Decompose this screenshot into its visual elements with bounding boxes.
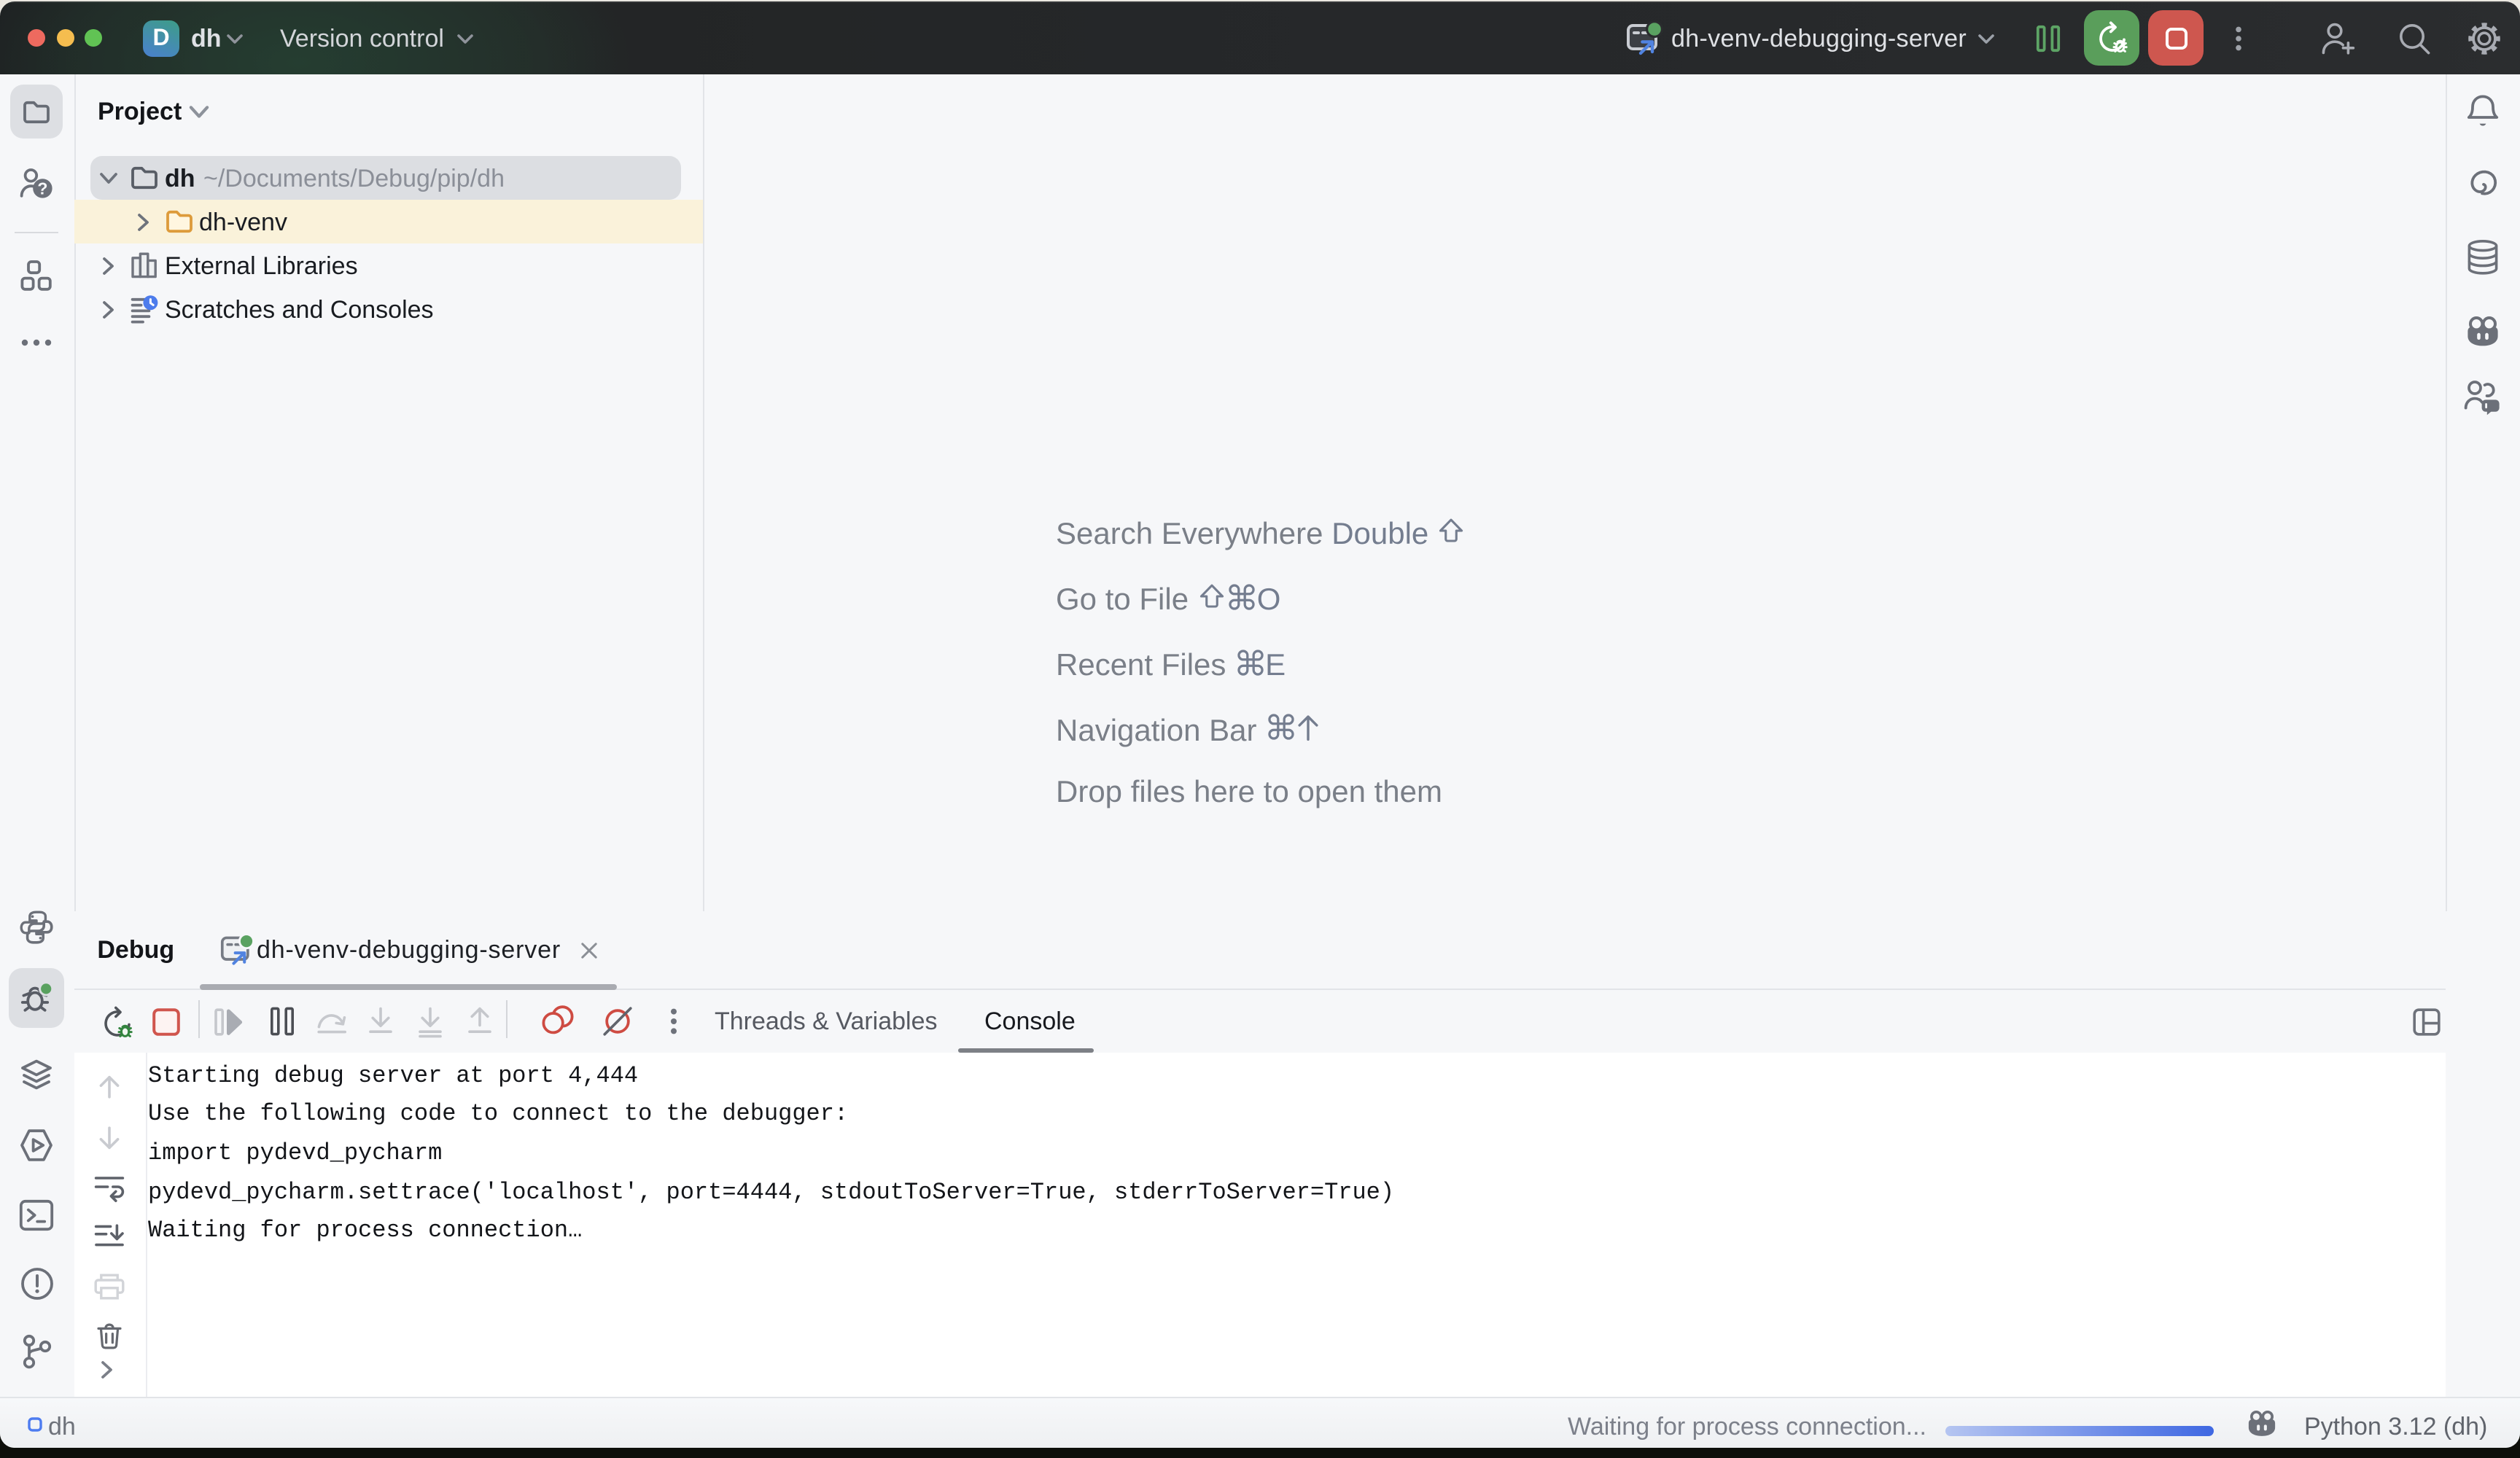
svg-text:?: ? bbox=[37, 179, 47, 198]
